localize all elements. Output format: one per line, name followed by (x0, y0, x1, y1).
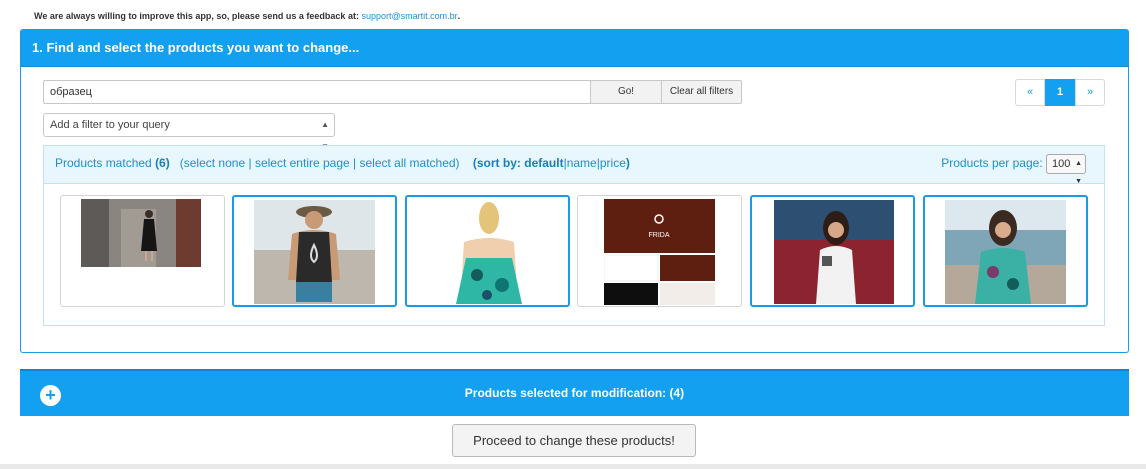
pagination: « 1 » (1015, 79, 1105, 106)
product-card[interactable] (60, 195, 225, 307)
select-entire-page-link[interactable]: select entire page (255, 156, 350, 170)
find-products-panel: 1. Find and select the products you want… (20, 29, 1129, 353)
proceed-button[interactable]: Proceed to change these products! (452, 424, 696, 457)
product-image (774, 200, 894, 304)
product-card[interactable]: FRIDA (577, 195, 742, 307)
select-arrows-icon: ▲▼ (1075, 159, 1082, 185)
search-input[interactable] (43, 80, 591, 104)
select-all-matched-link[interactable]: select all matched (360, 156, 456, 170)
product-card[interactable] (750, 195, 915, 307)
feedback-text: We are always willing to improve this ap… (34, 11, 359, 21)
feedback-notice: We are always willing to improve this ap… (34, 11, 461, 21)
matched-label: Products matched (55, 156, 152, 170)
product-image (945, 200, 1066, 304)
feedback-email-link[interactable]: support@smartit.com.br (361, 11, 457, 21)
selected-products-summary: Products selected for modification: (4) (20, 386, 1129, 400)
clear-filters-button[interactable]: Clear all filters (661, 80, 742, 104)
selected-label: Products selected for modification: (464, 386, 667, 400)
per-page-select[interactable]: 100 ▲ ▼ (1046, 153, 1086, 185)
bottom-divider (0, 464, 1146, 469)
matched-count: (6) (155, 156, 170, 170)
select-none-link[interactable]: select none (184, 156, 245, 170)
frida-logo-text: FRIDA (649, 232, 670, 239)
pagination-current-page[interactable]: 1 (1045, 79, 1075, 106)
sort-default-link[interactable]: default (524, 156, 563, 170)
sort-price-link[interactable]: price (600, 156, 626, 170)
add-filter-select[interactable]: Add a filter to your query ▲▼ (43, 113, 335, 151)
pagination-prev[interactable]: « (1015, 79, 1045, 106)
per-page-label: Products per page: (941, 156, 1043, 170)
matched-products-box: Products matched (6) (select none | sele… (43, 145, 1105, 326)
product-image (254, 200, 375, 304)
product-image (432, 200, 547, 304)
product-card[interactable] (923, 195, 1088, 307)
panel-title: 1. Find and select the products you want… (21, 30, 1128, 67)
product-image (81, 199, 201, 267)
sort-label: (sort by: (472, 156, 521, 170)
selected-products-panel: + Products selected for modification: (4… (20, 369, 1129, 416)
add-filter-label: Add a filter to your query (50, 119, 170, 131)
product-card[interactable] (405, 195, 570, 307)
product-image: FRIDA (604, 199, 715, 305)
go-button[interactable]: Go! (590, 80, 662, 104)
selected-count: (4) (669, 386, 685, 400)
pagination-next[interactable]: » (1075, 79, 1105, 106)
product-card[interactable] (232, 195, 397, 307)
matched-toolbar: Products matched (6) (select none | sele… (44, 146, 1104, 185)
sort-name-link[interactable]: name (567, 156, 597, 170)
per-page-control: Products per page: 100 ▲ ▼ (941, 146, 1086, 185)
